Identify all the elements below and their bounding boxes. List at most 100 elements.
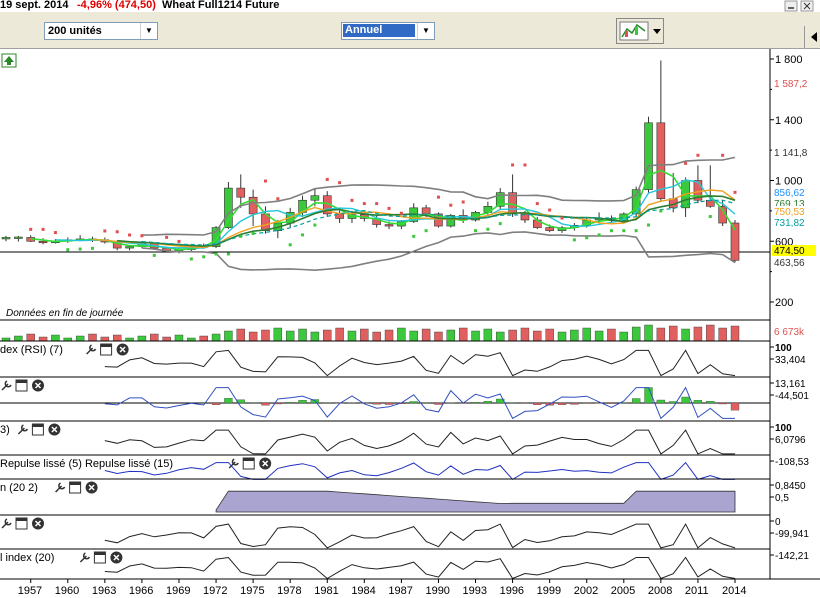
sar-dot <box>585 236 589 240</box>
x-tick-label: 1972 <box>203 585 227 597</box>
macd-bar <box>718 402 727 405</box>
chevron-down-icon: ▼ <box>417 23 434 39</box>
period-select[interactable]: Annuel ▼ <box>341 22 435 40</box>
chart-style-button[interactable] <box>616 18 664 44</box>
window-icon[interactable] <box>100 343 113 356</box>
wrench-icon[interactable] <box>1 380 12 391</box>
sar-dot <box>325 177 329 181</box>
window-icon[interactable] <box>15 379 28 392</box>
window-icon[interactable] <box>69 481 82 494</box>
window-icon[interactable] <box>15 517 28 530</box>
volume-bar <box>310 331 320 342</box>
sar-dot <box>239 234 243 238</box>
wrench-icon[interactable] <box>79 552 91 563</box>
macd-bar <box>632 398 641 404</box>
macd-bar <box>693 400 703 404</box>
candle-body <box>1 237 11 240</box>
volume-bar <box>199 335 208 342</box>
window-icon[interactable] <box>242 457 255 470</box>
sar-dot <box>535 202 539 206</box>
close-circle-icon[interactable] <box>85 481 98 494</box>
volume-bar <box>409 330 418 342</box>
wrench-icon[interactable] <box>55 482 66 493</box>
macd-bar <box>533 402 542 405</box>
panel-tools <box>17 423 61 436</box>
sar-dot <box>647 223 651 227</box>
close-circle-icon[interactable] <box>48 423 61 436</box>
wrench-icon[interactable] <box>1 518 12 529</box>
volume-bar <box>236 328 245 342</box>
sar-dot <box>202 255 206 259</box>
volume-bar <box>446 329 456 342</box>
panel-tools <box>79 551 123 564</box>
candle-body <box>421 207 431 215</box>
close-circle-icon[interactable] <box>259 457 272 470</box>
macd-bar <box>286 402 295 404</box>
close-circle-icon[interactable] <box>110 551 123 564</box>
sar-dot <box>708 215 712 219</box>
panel-value: -108,53 <box>775 457 809 468</box>
window-icon[interactable] <box>31 423 44 436</box>
aroon-area <box>215 490 736 513</box>
wrench-icon[interactable] <box>228 458 239 469</box>
volume-bar <box>211 333 221 342</box>
macd-bar <box>471 402 480 404</box>
sar-dot <box>301 233 305 237</box>
window-icon[interactable] <box>93 551 106 564</box>
sar-dot <box>90 246 94 250</box>
panel-value: -142,21 <box>775 551 809 562</box>
sar-dot <box>226 252 230 256</box>
chevron-down-icon: ▼ <box>140 23 157 39</box>
panel-title: n (20 2) <box>0 482 38 494</box>
instrument-label: Wheat Full1214 Future <box>162 0 280 11</box>
wrench-icon[interactable] <box>86 344 97 355</box>
panel-tools <box>1 379 44 392</box>
sar-dot <box>560 216 564 220</box>
volume-bar <box>496 331 505 342</box>
volume-bar <box>619 331 628 342</box>
panel-title: dex (RSI) (7) <box>0 344 63 356</box>
volume-bar <box>458 327 468 342</box>
side-arrow-icon[interactable] <box>804 26 820 48</box>
macd-bar <box>607 402 616 404</box>
panel-title: Repulse lissé (5) Repulse lissé (15) <box>0 458 173 470</box>
title-bar: 19 sept. 2014 -4,96% (474,50) Wheat Full… <box>0 0 820 12</box>
macd-bar <box>656 399 666 404</box>
units-select[interactable]: 200 unités ▼ <box>44 22 158 40</box>
sar-dot <box>696 153 700 157</box>
volume-bar <box>88 333 97 342</box>
price-label: 750,53 <box>774 207 805 218</box>
volume-bar <box>384 329 394 342</box>
sar-dot <box>486 227 490 231</box>
macd-bar <box>261 402 270 406</box>
sar-dot <box>189 257 193 261</box>
close-circle-icon[interactable] <box>116 343 129 356</box>
sar-dot <box>387 206 391 210</box>
y-tick-label: 1 800 <box>775 54 803 66</box>
sar-dot <box>313 223 317 227</box>
sar-dot <box>572 238 576 242</box>
sar-dot <box>103 229 107 233</box>
volume-bar <box>26 333 35 342</box>
price-chart[interactable]: 1 8001 4001 000600200Données en fin de j… <box>0 49 820 598</box>
x-tick-label: 1996 <box>500 585 524 597</box>
volume-label: 6 673k <box>774 327 805 338</box>
x-tick-label: 2014 <box>722 585 746 597</box>
sar-dot <box>350 198 354 202</box>
close-circle-icon[interactable] <box>32 517 44 530</box>
close-circle-icon[interactable] <box>32 379 44 392</box>
wrench-icon[interactable] <box>17 424 29 435</box>
expand-icon[interactable] <box>1 53 17 68</box>
volume-bar <box>644 324 653 342</box>
sar-dot <box>412 234 416 238</box>
macd-bar <box>211 402 221 405</box>
sar-dot <box>288 243 292 247</box>
sar-dot <box>152 253 156 257</box>
volume-bar <box>248 331 258 342</box>
volume-bar <box>471 330 480 342</box>
volume-bar <box>347 330 357 342</box>
indicator-line <box>104 556 736 580</box>
volume-bar <box>372 331 381 342</box>
macd-bar <box>508 402 517 404</box>
macd-bar <box>681 396 690 404</box>
